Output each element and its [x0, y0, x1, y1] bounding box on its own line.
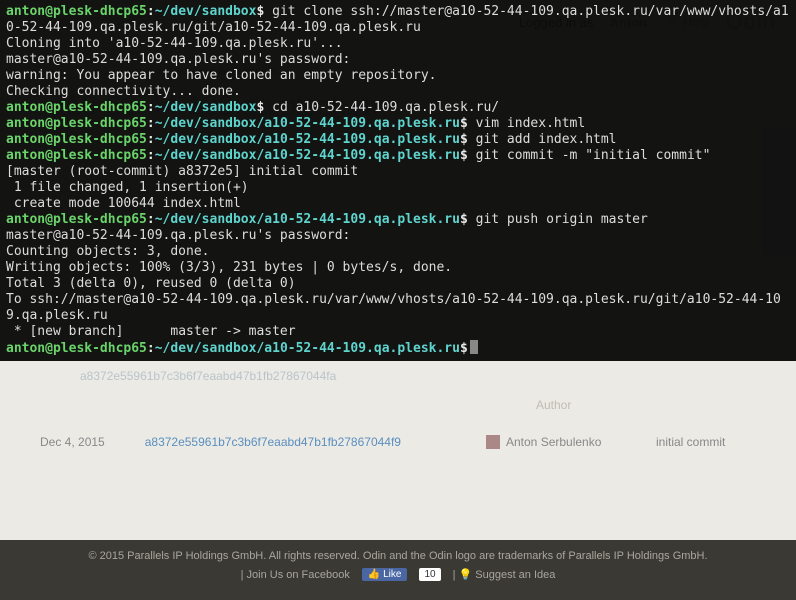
like-label: Like [383, 569, 401, 580]
terminal-line: Counting objects: 3, done. [6, 244, 790, 260]
like-button[interactable]: 👍 Like [362, 568, 408, 581]
terminal-line: anton@plesk-dhcp65:~/dev/sandbox/a10-52-… [6, 148, 790, 164]
terminal-line: anton@plesk-dhcp65:~/dev/sandbox/a10-52-… [6, 340, 790, 357]
like-count: 10 [419, 568, 440, 581]
bulb-icon: 💡 [459, 568, 473, 581]
terminal-line: * [new branch] master -> master [6, 324, 790, 340]
commit-hash-link[interactable]: a8372e55961b7c3b6f7eaabd47b1fb27867044fa [80, 369, 336, 383]
terminal-line: anton@plesk-dhcp65:~/dev/sandbox/a10-52-… [6, 116, 790, 132]
terminal-line: Total 3 (delta 0), reused 0 (delta 0) [6, 276, 790, 292]
suggest-idea-link[interactable]: Suggest an Idea [475, 569, 555, 581]
table-row: a8372e55961b7c3b6f7eaabd47b1fb27867044fa [40, 362, 756, 390]
terminal-line: master@a10-52-44-109.qa.plesk.ru's passw… [6, 52, 790, 68]
terminal-line: anton@plesk-dhcp65:~/dev/sandbox$ git cl… [6, 4, 790, 36]
terminal-line: master@a10-52-44-109.qa.plesk.ru's passw… [6, 228, 790, 244]
avatar [486, 435, 500, 449]
cursor [470, 340, 478, 354]
terminal-line: anton@plesk-dhcp65:~/dev/sandbox/a10-52-… [6, 132, 790, 148]
terminal-line: To ssh://master@a10-52-44-109.qa.plesk.r… [6, 292, 790, 324]
terminal-line: anton@plesk-dhcp65:~/dev/sandbox$ cd a10… [6, 100, 790, 116]
terminal-line: Writing objects: 100% (3/3), 231 bytes |… [6, 260, 790, 276]
footer-copyright: © 2015 Parallels IP Holdings GmbH. All r… [0, 550, 796, 562]
facebook-link[interactable]: Join Us on Facebook [247, 569, 350, 581]
terminal-line: warning: You appear to have cloned an em… [6, 68, 790, 84]
commit-message: initial commit [656, 435, 756, 449]
commit-author: Anton Serbulenko [506, 435, 601, 449]
terminal-line: Checking connectivity... done. [6, 84, 790, 100]
terminal-line: 1 file changed, 1 insertion(+) [6, 180, 790, 196]
terminal-overlay[interactable]: anton@plesk-dhcp65:~/dev/sandbox$ git cl… [0, 0, 796, 361]
commit-date: Dec 4, 2015 [40, 435, 105, 449]
column-header-author: Author [536, 398, 571, 412]
terminal-line: Cloning into 'a10-52-44-109.qa.plesk.ru'… [6, 36, 790, 52]
table-row: Dec 4, 2015 a8372e55961b7c3b6f7eaabd47b1… [40, 428, 756, 456]
terminal-line: [master (root-commit) a8372e5] initial c… [6, 164, 790, 180]
commit-hash-link[interactable]: a8372e55961b7c3b6f7eaabd47b1fb27867044f9 [145, 435, 401, 449]
terminal-line: anton@plesk-dhcp65:~/dev/sandbox/a10-52-… [6, 212, 790, 228]
footer: © 2015 Parallels IP Holdings GmbH. All r… [0, 540, 796, 600]
terminal-line: create mode 100644 index.html [6, 196, 790, 212]
